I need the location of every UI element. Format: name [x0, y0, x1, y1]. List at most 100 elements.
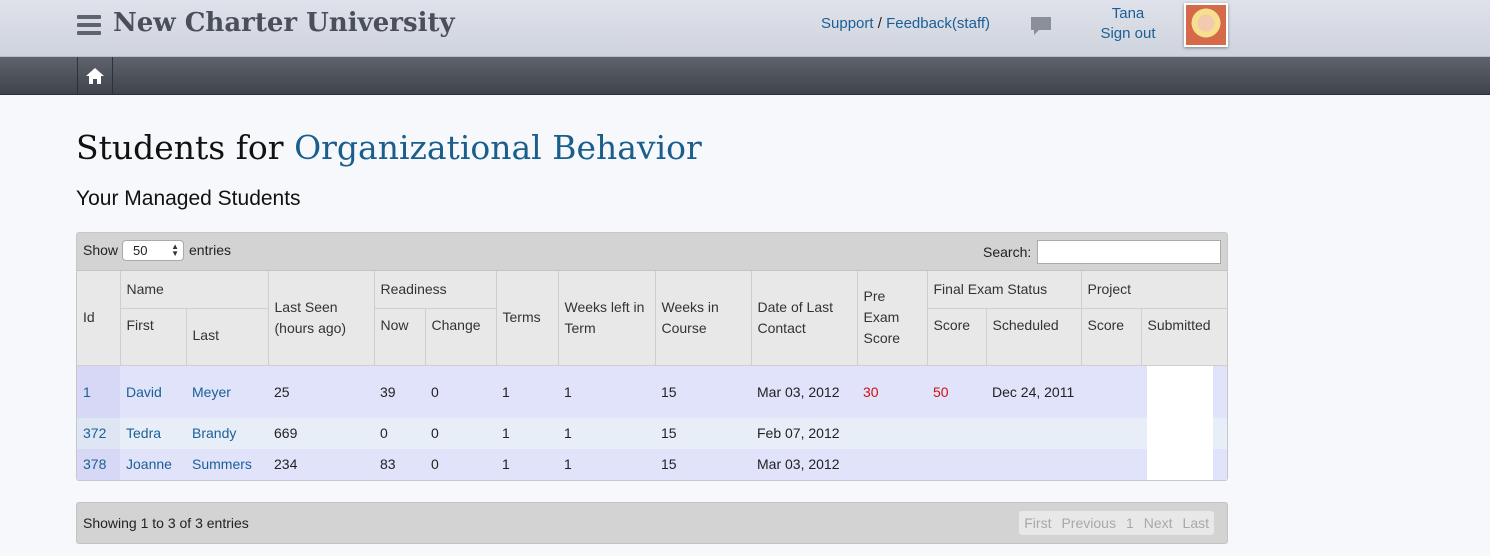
cell-scheduled: Dec 24, 2011 [986, 365, 1081, 418]
cell-first[interactable]: David [120, 365, 186, 418]
col-change[interactable]: Change [425, 308, 497, 366]
cell-last-seen: 234 [268, 448, 374, 480]
cell-weeks-left: 1 [558, 365, 655, 418]
cell-terms: 1 [496, 448, 558, 480]
sign-out-link[interactable]: Sign out [1090, 24, 1166, 44]
col-first[interactable]: First [120, 308, 187, 366]
search-input[interactable] [1037, 240, 1221, 264]
col-terms[interactable]: Terms [496, 271, 559, 366]
user-menu: Tana Sign out [1090, 4, 1166, 44]
cell-change: 0 [425, 448, 496, 480]
cell-submitted [1141, 448, 1227, 480]
cell-weeks-left: 1 [558, 417, 655, 449]
cell-now: 39 [374, 365, 425, 418]
cell-pre-exam [857, 448, 927, 480]
cell-submitted [1141, 365, 1227, 418]
col-group-name: Name [120, 271, 269, 309]
nav-bar [0, 57, 1490, 95]
cell-last-contact: Mar 03, 2012 [751, 448, 857, 480]
col-scheduled[interactable]: Scheduled [986, 308, 1082, 366]
cell-final-score [927, 417, 986, 449]
cell-now: 83 [374, 448, 425, 480]
table-controls: Show 50 ▲ ▼ entries Search: [77, 233, 1227, 271]
pager-next-button[interactable]: Next [1139, 511, 1178, 535]
cell-submitted [1141, 417, 1227, 449]
link-separator: / [877, 15, 882, 32]
cell-first[interactable]: Tedra [120, 417, 186, 449]
cell-change: 0 [425, 365, 496, 418]
home-button[interactable] [77, 57, 113, 95]
cell-scheduled [986, 448, 1081, 480]
page-size-value: 50 [133, 243, 148, 258]
col-group-final-exam: Final Exam Status [927, 271, 1082, 309]
page-title: Students for Organizational Behavior [76, 128, 702, 167]
search-label: Search: [983, 244, 1032, 260]
cell-final-score: 50 [927, 365, 986, 418]
pager-last-button[interactable]: Last [1178, 511, 1214, 535]
cell-last-contact: Mar 03, 2012 [751, 365, 857, 418]
cell-project-score [1081, 417, 1141, 449]
section-subtitle: Your Managed Students [76, 187, 301, 210]
cell-last-seen: 669 [268, 417, 374, 449]
cell-last[interactable]: Brandy [186, 417, 268, 449]
col-weeks-in-course[interactable]: Weeks in Course [655, 271, 752, 366]
students-table-panel: Show 50 ▲ ▼ entries Search: Id Name Last … [76, 232, 1228, 481]
col-final-score[interactable]: Score [927, 308, 987, 366]
course-link[interactable]: Organizational Behavior [294, 128, 702, 167]
menu-icon[interactable] [77, 15, 101, 35]
cell-id[interactable]: 378 [77, 448, 120, 480]
cell-weeks-left: 1 [558, 448, 655, 480]
col-id[interactable]: Id [77, 271, 121, 366]
col-group-project: Project [1081, 271, 1227, 309]
table-info: Showing 1 to 3 of 3 entries [83, 515, 249, 531]
entries-label: entries [189, 242, 232, 258]
cell-project-score [1081, 365, 1141, 418]
support-links: Support / Feedback(staff) [821, 15, 990, 32]
cell-id[interactable]: 1 [77, 365, 120, 418]
col-pre-exam[interactable]: Pre Exam Score [857, 271, 928, 366]
cell-last-seen: 25 [268, 365, 374, 418]
feedback-link[interactable]: Feedback(staff) [886, 15, 990, 32]
col-group-readiness: Readiness [374, 271, 497, 309]
col-now[interactable]: Now [374, 308, 426, 366]
cell-last-contact: Feb 07, 2012 [751, 417, 857, 449]
col-last[interactable]: Last [186, 308, 269, 366]
brand-title[interactable]: New Charter University [113, 8, 455, 38]
page-size-select[interactable]: 50 ▲ ▼ [122, 240, 184, 261]
table-row: 1 David Meyer 25 39 0 1 1 15 Mar 03, 201… [77, 365, 1227, 418]
support-link[interactable]: Support [821, 15, 874, 32]
cell-weeks-in: 15 [655, 365, 751, 418]
col-project-score[interactable]: Score [1081, 308, 1142, 366]
cell-terms: 1 [496, 417, 558, 449]
col-weeks-left[interactable]: Weeks left in Term [558, 271, 656, 366]
cell-final-score [927, 448, 986, 480]
pagination: First Previous 1 Next Last [1019, 511, 1214, 535]
title-prefix: Students for [76, 128, 295, 167]
cell-weeks-in: 15 [655, 417, 751, 449]
cell-scheduled [986, 417, 1081, 449]
cell-id[interactable]: 372 [77, 417, 120, 449]
show-label: Show [83, 242, 119, 258]
pager-previous-button[interactable]: Previous [1056, 511, 1120, 535]
cell-pre-exam: 30 [857, 365, 927, 418]
col-last-seen[interactable]: Last Seen (hours ago) [268, 271, 375, 366]
cell-first[interactable]: Joanne [120, 448, 186, 480]
col-submitted[interactable]: Submitted [1141, 308, 1227, 366]
cell-weeks-in: 15 [655, 448, 751, 480]
cell-last[interactable]: Summers [186, 448, 268, 480]
cell-last[interactable]: Meyer [186, 365, 268, 418]
avatar[interactable] [1184, 3, 1228, 47]
cell-terms: 1 [496, 365, 558, 418]
students-table: Id Name Last Seen (hours ago) Readiness … [77, 271, 1227, 480]
chat-icon[interactable] [1030, 16, 1052, 36]
table-row: 372 Tedra Brandy 669 0 0 1 1 15 Feb 07, … [77, 417, 1227, 449]
pager-first-button[interactable]: First [1019, 511, 1056, 535]
pager-page-1-button[interactable]: 1 [1121, 511, 1139, 535]
home-icon [86, 68, 104, 84]
table-footer: Showing 1 to 3 of 3 entries First Previo… [76, 502, 1228, 544]
col-last-contact[interactable]: Date of Last Contact [751, 271, 858, 366]
user-name[interactable]: Tana [1090, 4, 1166, 24]
cell-pre-exam [857, 417, 927, 449]
top-header: New Charter University Support / Feedbac… [0, 0, 1490, 57]
cell-change: 0 [425, 417, 496, 449]
